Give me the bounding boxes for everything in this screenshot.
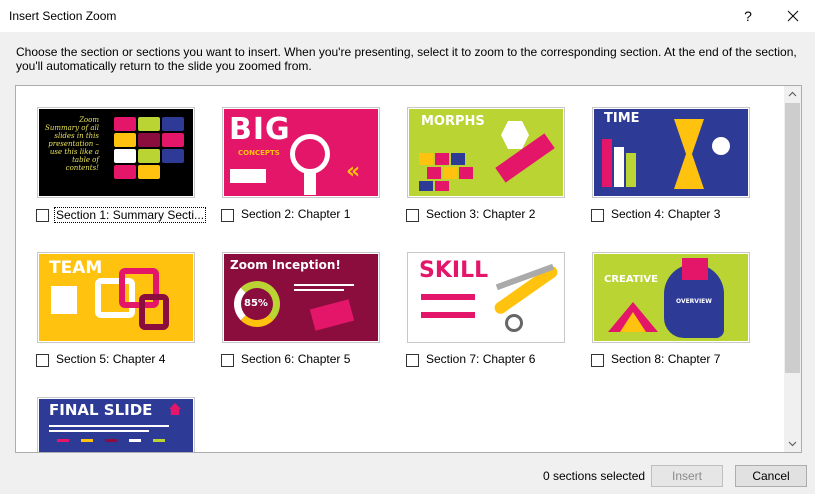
section-thumbnail[interactable]: FINAL SLIDE <box>37 397 195 452</box>
scroll-up-button[interactable] <box>784 86 801 103</box>
section-label[interactable]: Section 5: Chapter 4 <box>56 352 165 366</box>
thumb-text: MORPHS <box>421 114 485 129</box>
title-bar: Insert Section Zoom ? <box>0 0 815 32</box>
section-checkbox[interactable] <box>406 209 419 222</box>
chevron-up-icon <box>788 91 797 97</box>
section-checkbox[interactable] <box>406 354 419 367</box>
section-checkbox[interactable] <box>36 209 49 222</box>
slide-preview: SKILL <box>409 254 563 341</box>
help-button[interactable]: ? <box>735 3 761 29</box>
section-item-3[interactable]: MORPHS Section 3: Chapter 2 <box>386 86 565 226</box>
section-item-7[interactable]: SKILL Section 7: Chapter 6 <box>386 231 565 371</box>
thumb-subtext: CONCEPTS <box>238 149 280 157</box>
section-item-4[interactable]: TIME Section 4: Chapter 3 <box>571 86 750 226</box>
thumb-text: TEAM <box>49 258 103 278</box>
section-thumbnail[interactable]: TIME <box>592 107 750 198</box>
vertical-scrollbar[interactable] <box>784 86 801 452</box>
section-label[interactable]: Section 4: Chapter 3 <box>611 207 720 221</box>
thumb-text: CREATIVE <box>604 274 658 285</box>
section-label[interactable]: Section 6: Chapter 5 <box>241 352 350 366</box>
cancel-button[interactable]: Cancel <box>735 465 807 487</box>
dialog-title: Insert Section Zoom <box>9 9 117 23</box>
slide-preview: MORPHS <box>409 109 563 196</box>
section-thumbnail[interactable]: SKILL <box>407 252 565 343</box>
section-thumbnail[interactable]: Zoom Summary of all slides in this prese… <box>37 107 195 198</box>
slide-preview: Zoom Inception! 85% <box>224 254 378 341</box>
thumb-text: SKILL <box>419 258 489 283</box>
thumb-subtext: 85% <box>244 298 268 309</box>
section-checkbox[interactable] <box>36 354 49 367</box>
thumb-text: FINAL SLIDE <box>49 401 153 419</box>
section-list[interactable]: Zoom Summary of all slides in this prese… <box>15 85 802 453</box>
section-thumbnail[interactable]: BIG CONCEPTS « <box>222 107 380 198</box>
section-label[interactable]: Section 2: Chapter 1 <box>241 207 350 221</box>
section-thumbnail[interactable]: CREATIVE OVERVIEW <box>592 252 750 343</box>
thumb-text: BIG <box>229 112 291 147</box>
insert-button[interactable]: Insert <box>651 465 723 487</box>
section-item-6[interactable]: Zoom Inception! 85% Section 6: Chapter 5 <box>201 231 380 371</box>
section-checkbox[interactable] <box>591 209 604 222</box>
section-label[interactable]: Section 3: Chapter 2 <box>426 207 535 221</box>
section-thumbnail[interactable]: MORPHS <box>407 107 565 198</box>
slide-preview: TEAM <box>39 254 193 341</box>
section-label[interactable]: Section 8: Chapter 7 <box>611 352 720 366</box>
slide-preview: BIG CONCEPTS « <box>224 109 378 196</box>
section-thumbnail[interactable]: Zoom Inception! 85% <box>222 252 380 343</box>
section-item-5[interactable]: TEAM Section 5: Chapter 4 <box>16 231 195 371</box>
thumb-text: TIME <box>604 111 640 126</box>
section-item-8[interactable]: CREATIVE OVERVIEW Section 8: Chapter 7 <box>571 231 750 371</box>
scrollbar-thumb[interactable] <box>785 103 800 373</box>
thumb-text: Zoom Inception! <box>230 258 341 272</box>
section-label[interactable]: Section 7: Chapter 6 <box>426 352 535 366</box>
thumb-subtext: OVERVIEW <box>676 298 712 305</box>
slide-preview: TIME <box>594 109 748 196</box>
section-item-2[interactable]: BIG CONCEPTS « Section 2: Chapter 1 <box>201 86 380 226</box>
section-item-9[interactable]: FINAL SLIDE <box>16 376 195 452</box>
thumb-text: Zoom Summary of all slides in this prese… <box>45 116 99 172</box>
slide-preview: Zoom Summary of all slides in this prese… <box>39 109 193 196</box>
section-label[interactable]: Section 1: Summary Secti... <box>54 207 207 223</box>
instructions-text: Choose the section or sections you want … <box>16 45 797 73</box>
close-button[interactable] <box>780 3 806 29</box>
chevron-down-icon <box>788 441 797 447</box>
slide-preview: CREATIVE OVERVIEW <box>594 254 748 341</box>
section-checkbox[interactable] <box>591 354 604 367</box>
section-checkbox[interactable] <box>221 209 234 222</box>
section-checkbox[interactable] <box>221 354 234 367</box>
selection-status: 0 sections selected <box>543 469 646 483</box>
section-thumbnail[interactable]: TEAM <box>37 252 195 343</box>
close-icon <box>787 10 799 22</box>
slide-preview: FINAL SLIDE <box>39 399 193 452</box>
scroll-down-button[interactable] <box>784 435 801 452</box>
section-item-1[interactable]: Zoom Summary of all slides in this prese… <box>16 86 207 226</box>
